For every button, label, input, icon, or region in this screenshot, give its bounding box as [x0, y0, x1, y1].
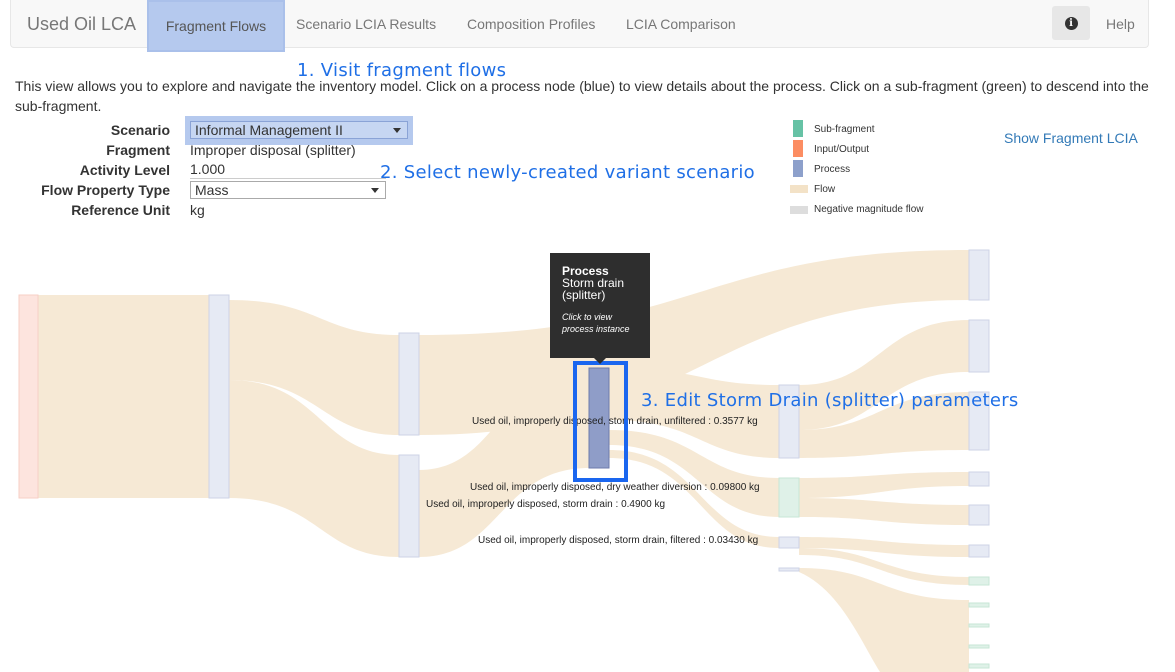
input-output-node — [18, 294, 39, 499]
annotation-step3: 3. Edit Storm Drain (splitter) parameter… — [641, 390, 1019, 411]
tooltip-arrow — [594, 358, 606, 364]
flow-link — [799, 472, 969, 498]
subfragment-node — [968, 602, 990, 608]
process-node — [398, 332, 420, 436]
process-tooltip: Process Storm drain (splitter) Click to … — [550, 253, 650, 364]
flow-link — [38, 295, 209, 498]
subfragment-node — [968, 576, 990, 586]
process-node — [968, 249, 990, 301]
process-node — [968, 504, 990, 526]
subfragment-node — [968, 644, 990, 649]
process-node — [968, 544, 990, 558]
process-node — [968, 471, 990, 487]
process-node — [398, 454, 420, 558]
process-node — [968, 319, 990, 373]
storm-drain-highlight-box[interactable] — [573, 361, 628, 482]
flow-label-dry-weather-diversion: Used oil, improperly disposed, dry weath… — [470, 482, 760, 493]
tooltip-hint: Click to view process instance — [562, 312, 630, 334]
subfragment-node — [778, 477, 800, 518]
process-node — [778, 567, 800, 572]
flow-link — [799, 498, 969, 525]
process-node — [208, 294, 230, 499]
process-node — [778, 536, 800, 549]
subfragment-node — [968, 623, 990, 628]
flow-label-storm-drain-filtered: Used oil, improperly disposed, storm dra… — [478, 535, 759, 546]
sankey-flows — [38, 250, 969, 672]
tooltip-process-name: Storm drain (splitter) — [562, 276, 625, 302]
subfragment-node — [968, 663, 990, 669]
flow-label-storm-drain: Used oil, improperly disposed, storm dra… — [426, 499, 666, 510]
